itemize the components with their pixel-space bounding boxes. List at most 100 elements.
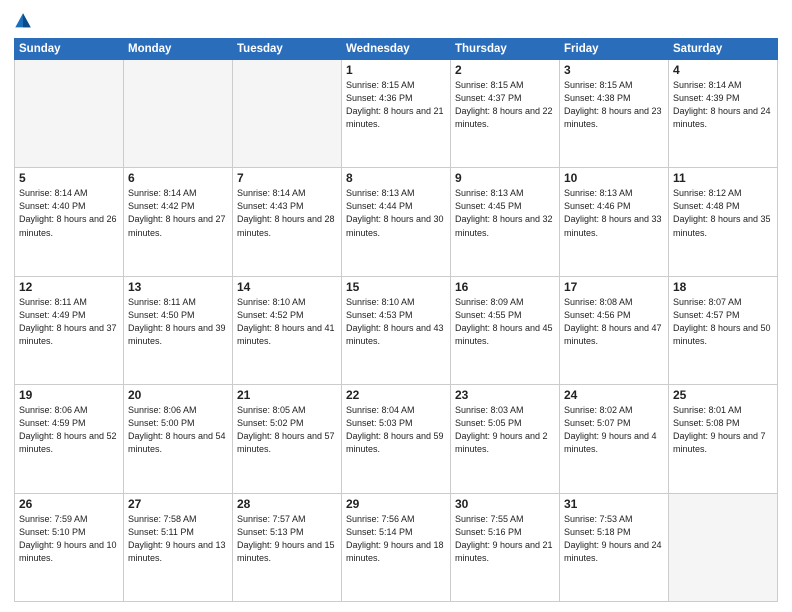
day-info: Sunrise: 8:09 AM Sunset: 4:55 PM Dayligh… [455,296,555,348]
calendar-header-row: SundayMondayTuesdayWednesdayThursdayFrid… [15,39,778,60]
day-info: Sunrise: 8:14 AM Sunset: 4:39 PM Dayligh… [673,79,773,131]
calendar-week-3: 12 Sunrise: 8:11 AM Sunset: 4:49 PM Dayli… [15,276,778,384]
day-number: 23 [455,388,555,402]
day-header-wednesday: Wednesday [342,39,451,60]
day-info: Sunrise: 8:07 AM Sunset: 4:57 PM Dayligh… [673,296,773,348]
day-header-tuesday: Tuesday [233,39,342,60]
day-info: Sunrise: 8:13 AM Sunset: 4:45 PM Dayligh… [455,187,555,239]
calendar-week-4: 19Sunrise: 8:06 AM Sunset: 4:59 PM Dayli… [15,385,778,493]
day-info: Sunrise: 8:10 AM Sunset: 4:52 PM Dayligh… [237,296,337,348]
calendar-cell: 24Sunrise: 8:02 AM Sunset: 5:07 PM Dayli… [560,385,669,493]
day-number: 22 [346,388,446,402]
header [14,10,778,32]
day-info: Sunrise: 8:04 AM Sunset: 5:03 PM Dayligh… [346,404,446,456]
calendar-cell: 4 Sunrise: 8:14 AM Sunset: 4:39 PM Daylig… [669,60,778,168]
calendar-cell: 12 Sunrise: 8:11 AM Sunset: 4:49 PM Dayli… [15,276,124,384]
day-info: Sunrise: 7:56 AM Sunset: 5:14 PM Dayligh… [346,513,446,565]
calendar-cell: 9 Sunrise: 8:13 AM Sunset: 4:45 PM Daylig… [451,168,560,276]
page: SundayMondayTuesdayWednesdayThursdayFrid… [0,0,792,612]
calendar-cell: 26 Sunrise: 7:59 AM Sunset: 5:10 PM Dayli… [15,493,124,601]
day-number: 11 [673,171,773,185]
day-info: Sunrise: 8:14 AM Sunset: 4:40 PM Dayligh… [19,187,119,239]
day-info: Sunrise: 8:03 AM Sunset: 5:05 PM Dayligh… [455,404,555,456]
day-number: 25 [673,388,773,402]
calendar-cell: 20 Sunrise: 8:06 AM Sunset: 5:00 PM Dayli… [124,385,233,493]
day-info: Sunrise: 8:08 AM Sunset: 4:56 PM Dayligh… [564,296,664,348]
calendar-cell: 6Sunrise: 8:14 AM Sunset: 4:42 PM Daylig… [124,168,233,276]
calendar-cell: 5 Sunrise: 8:14 AM Sunset: 4:40 PM Daylig… [15,168,124,276]
calendar-cell: 11 Sunrise: 8:12 AM Sunset: 4:48 PM Dayli… [669,168,778,276]
day-number: 13 [128,280,228,294]
day-number: 9 [455,171,555,185]
calendar-cell: 22 Sunrise: 8:04 AM Sunset: 5:03 PM Dayli… [342,385,451,493]
calendar-cell: 30Sunrise: 7:55 AM Sunset: 5:16 PM Dayli… [451,493,560,601]
day-info: Sunrise: 8:12 AM Sunset: 4:48 PM Dayligh… [673,187,773,239]
calendar-cell: 8 Sunrise: 8:13 AM Sunset: 4:44 PM Daylig… [342,168,451,276]
day-number: 18 [673,280,773,294]
calendar-cell: 15 Sunrise: 8:10 AM Sunset: 4:53 PM Dayli… [342,276,451,384]
day-number: 19 [19,388,119,402]
calendar-cell: 16Sunrise: 8:09 AM Sunset: 4:55 PM Dayli… [451,276,560,384]
calendar-cell [15,60,124,168]
calendar-cell: 27 Sunrise: 7:58 AM Sunset: 5:11 PM Dayli… [124,493,233,601]
day-info: Sunrise: 8:13 AM Sunset: 4:46 PM Dayligh… [564,187,664,239]
calendar-cell: 7Sunrise: 8:14 AM Sunset: 4:43 PM Daylig… [233,168,342,276]
calendar-cell: 23 Sunrise: 8:03 AM Sunset: 5:05 PM Dayli… [451,385,560,493]
day-info: Sunrise: 8:15 AM Sunset: 4:37 PM Dayligh… [455,79,555,131]
day-number: 8 [346,171,446,185]
day-number: 20 [128,388,228,402]
calendar-cell: 31 Sunrise: 7:53 AM Sunset: 5:18 PM Dayli… [560,493,669,601]
day-info: Sunrise: 8:15 AM Sunset: 4:38 PM Dayligh… [564,79,664,131]
day-info: Sunrise: 8:13 AM Sunset: 4:44 PM Dayligh… [346,187,446,239]
calendar-cell: 14Sunrise: 8:10 AM Sunset: 4:52 PM Dayli… [233,276,342,384]
day-number: 30 [455,497,555,511]
day-number: 4 [673,63,773,77]
day-number: 12 [19,280,119,294]
day-info: Sunrise: 8:05 AM Sunset: 5:02 PM Dayligh… [237,404,337,456]
day-header-saturday: Saturday [669,39,778,60]
day-number: 28 [237,497,337,511]
day-info: Sunrise: 7:59 AM Sunset: 5:10 PM Dayligh… [19,513,119,565]
day-number: 10 [564,171,664,185]
calendar-cell: 29 Sunrise: 7:56 AM Sunset: 5:14 PM Dayli… [342,493,451,601]
calendar-cell: 10 Sunrise: 8:13 AM Sunset: 4:46 PM Dayli… [560,168,669,276]
day-number: 2 [455,63,555,77]
day-info: Sunrise: 7:58 AM Sunset: 5:11 PM Dayligh… [128,513,228,565]
logo [14,10,34,32]
calendar-week-5: 26 Sunrise: 7:59 AM Sunset: 5:10 PM Dayli… [15,493,778,601]
day-info: Sunrise: 8:10 AM Sunset: 4:53 PM Dayligh… [346,296,446,348]
day-info: Sunrise: 8:15 AM Sunset: 4:36 PM Dayligh… [346,79,446,131]
calendar-week-2: 5 Sunrise: 8:14 AM Sunset: 4:40 PM Daylig… [15,168,778,276]
day-number: 29 [346,497,446,511]
calendar-cell: 25Sunrise: 8:01 AM Sunset: 5:08 PM Dayli… [669,385,778,493]
day-number: 1 [346,63,446,77]
day-number: 5 [19,171,119,185]
calendar-cell [233,60,342,168]
day-number: 26 [19,497,119,511]
calendar-cell: 18 Sunrise: 8:07 AM Sunset: 4:57 PM Dayli… [669,276,778,384]
day-number: 21 [237,388,337,402]
logo-icon [14,10,32,32]
calendar-cell [669,493,778,601]
calendar-cell: 2 Sunrise: 8:15 AM Sunset: 4:37 PM Daylig… [451,60,560,168]
calendar-table: SundayMondayTuesdayWednesdayThursdayFrid… [14,38,778,602]
day-header-monday: Monday [124,39,233,60]
day-info: Sunrise: 7:53 AM Sunset: 5:18 PM Dayligh… [564,513,664,565]
calendar-cell [124,60,233,168]
day-header-thursday: Thursday [451,39,560,60]
calendar-week-1: 1 Sunrise: 8:15 AM Sunset: 4:36 PM Daylig… [15,60,778,168]
day-header-friday: Friday [560,39,669,60]
calendar-cell: 21 Sunrise: 8:05 AM Sunset: 5:02 PM Dayli… [233,385,342,493]
day-number: 15 [346,280,446,294]
day-number: 31 [564,497,664,511]
day-info: Sunrise: 8:11 AM Sunset: 4:49 PM Dayligh… [19,296,119,348]
calendar-cell: 28 Sunrise: 7:57 AM Sunset: 5:13 PM Dayli… [233,493,342,601]
day-info: Sunrise: 8:14 AM Sunset: 4:43 PM Dayligh… [237,187,337,239]
day-info: Sunrise: 7:57 AM Sunset: 5:13 PM Dayligh… [237,513,337,565]
calendar-cell: 3Sunrise: 8:15 AM Sunset: 4:38 PM Daylig… [560,60,669,168]
day-info: Sunrise: 8:11 AM Sunset: 4:50 PM Dayligh… [128,296,228,348]
day-header-sunday: Sunday [15,39,124,60]
day-number: 27 [128,497,228,511]
day-info: Sunrise: 8:06 AM Sunset: 5:00 PM Dayligh… [128,404,228,456]
day-number: 17 [564,280,664,294]
